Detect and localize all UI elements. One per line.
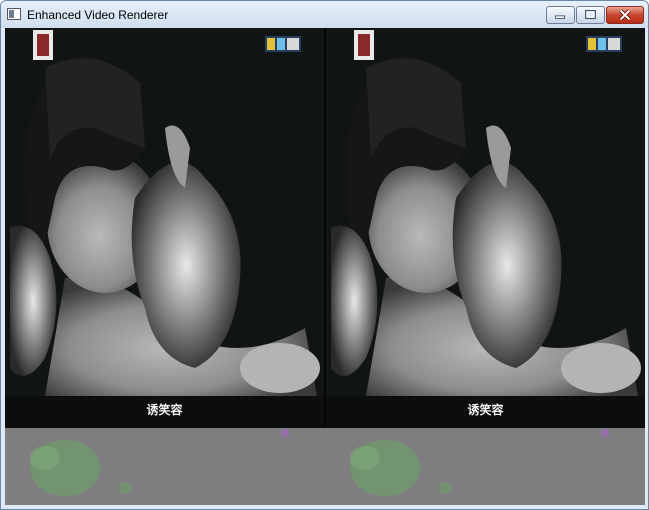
close-button[interactable] xyxy=(606,6,644,24)
left-subtitle: 诱笑容 xyxy=(146,403,183,417)
video-renderer-window: Enhanced Video Renderer 诱笑容 诱笑容 xyxy=(0,0,649,510)
right-subtitle: 诱笑容 xyxy=(467,403,504,417)
maximize-icon xyxy=(585,10,596,20)
maximize-button[interactable] xyxy=(576,6,605,24)
video-window-icon[interactable] xyxy=(7,8,21,20)
left-video-frame: 诱笑容 xyxy=(5,28,324,428)
chroma-strip xyxy=(5,428,645,505)
chroma-strip-image xyxy=(5,428,645,505)
close-icon xyxy=(619,9,631,21)
left-video-image xyxy=(5,28,324,428)
window-title: Enhanced Video Renderer xyxy=(27,8,169,22)
video-display-area: 诱笑容 诱笑容 xyxy=(5,28,645,505)
title-bar[interactable]: Enhanced Video Renderer xyxy=(1,1,648,28)
right-video-image xyxy=(326,28,645,428)
right-video-frame: 诱笑容 xyxy=(326,28,645,428)
minimize-button[interactable] xyxy=(546,6,575,24)
minimize-icon xyxy=(555,15,565,19)
